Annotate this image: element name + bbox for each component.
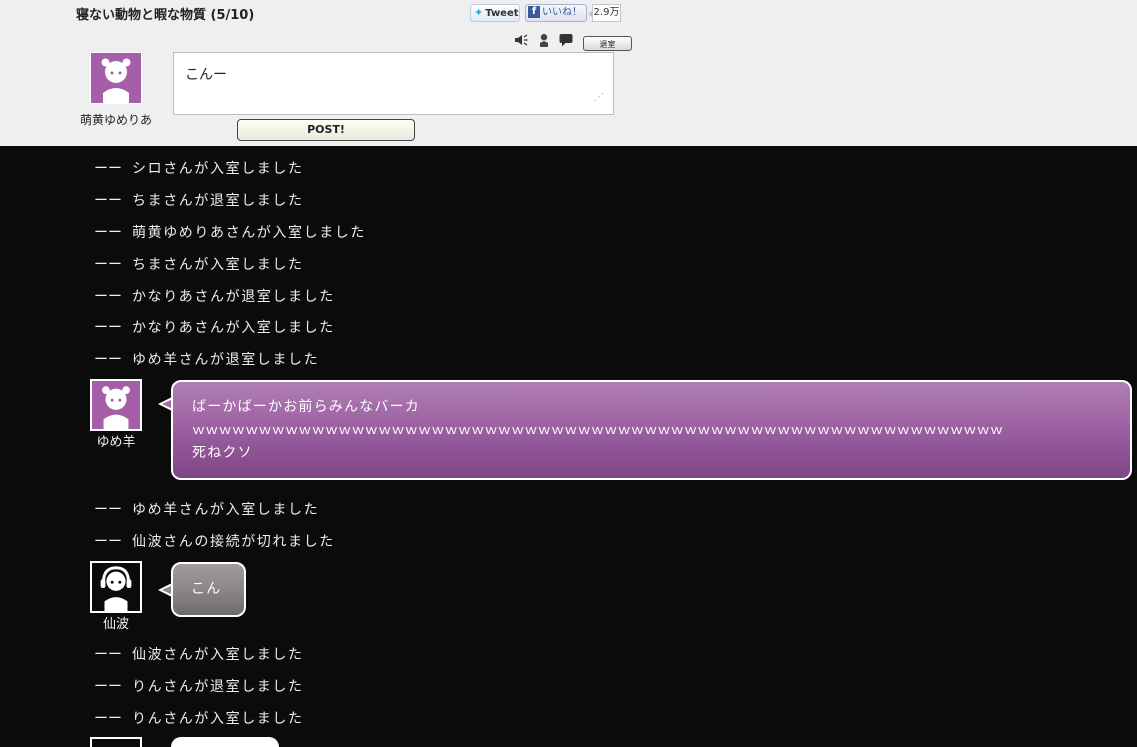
chat-bubble: ばーかばーかお前らみんなバーカ ｗｗｗｗｗｗｗｗｗｗｗｗｗｗｗｗｗｗｗｗｗｗｗｗ… <box>171 380 1132 480</box>
message-line: ばーかばーかお前らみんなバーカ <box>192 399 420 415</box>
system-message: ーー ゆめ羊さんが入室しました <box>94 502 320 518</box>
avatar[interactable] <box>90 379 142 431</box>
facebook-icon: f <box>528 6 540 18</box>
system-message: ーー シロさんが入室しました <box>94 161 304 177</box>
like-label: いいね！ <box>542 7 582 18</box>
like-count: 2.9万 <box>588 4 621 22</box>
girl-avatar-icon <box>101 58 131 103</box>
system-message: ーー りんさんが入室しました <box>94 711 304 727</box>
avatar[interactable] <box>90 561 142 613</box>
message-line: こん <box>191 581 222 597</box>
system-message: ーー ゆめ羊さんが退室しました <box>94 352 320 368</box>
system-message: ーー 仙波さんが入室しました <box>94 647 304 663</box>
my-avatar[interactable] <box>90 52 142 104</box>
system-message: ーー ちまさんが退室しました <box>94 193 304 209</box>
message-line: ｗｗｗｗｗｗｗｗｗｗｗｗｗｗｗｗｗｗｗｗｗｗｗｗｗｗｗｗｗｗｗｗｗｗｗｗｗｗｗｗ… <box>192 423 1004 438</box>
message-user-name: ゆめ羊 <box>96 435 136 450</box>
girl-avatar-icon <box>102 386 130 429</box>
message-line: 死ねクソ <box>192 445 253 461</box>
speech-bubble-icon[interactable] <box>559 33 573 47</box>
user-icon[interactable] <box>537 33 551 47</box>
my-user-name: 萌黄ゆめりあ <box>79 113 152 127</box>
system-message: ーー かなりあさんが入室しました <box>94 320 335 336</box>
message-user-name: 仙波 <box>102 617 129 632</box>
headphones-avatar-icon <box>100 566 132 611</box>
system-message: ーー ちまさんが入室しました <box>94 257 304 273</box>
room-title: 寝ない動物と暇な物質 (5/10) <box>76 8 255 23</box>
system-message: ーー りんさんが退室しました <box>94 679 304 695</box>
room-header: 寝ない動物と暇な物質 (5/10) ✦Tweet fいいね！ 2.9万 退室 <box>0 0 1137 146</box>
speaker-icon[interactable] <box>514 33 528 47</box>
twitter-bird-icon: ✦ <box>474 6 484 19</box>
chat-bubble <box>171 737 279 747</box>
system-message: ーー かなりあさんが退室しました <box>94 289 335 305</box>
tweet-label: Tweet <box>485 8 519 19</box>
system-message: ーー 萌黄ゆめりあさんが入室しました <box>94 225 366 241</box>
message-input[interactable] <box>173 52 614 115</box>
post-button[interactable]: POST! <box>237 119 415 141</box>
chat-bubble: こん <box>171 562 246 617</box>
facebook-like-button[interactable]: f いいね！ <box>525 4 587 22</box>
system-message: ーー 仙波さんの接続が切れました <box>94 534 335 550</box>
avatar[interactable] <box>90 737 142 747</box>
tweet-button[interactable]: ✦ Tweet <box>470 4 520 22</box>
leave-room-button[interactable]: 退室 <box>583 36 632 51</box>
resize-grip-icon[interactable]: ⋰ <box>594 92 604 103</box>
